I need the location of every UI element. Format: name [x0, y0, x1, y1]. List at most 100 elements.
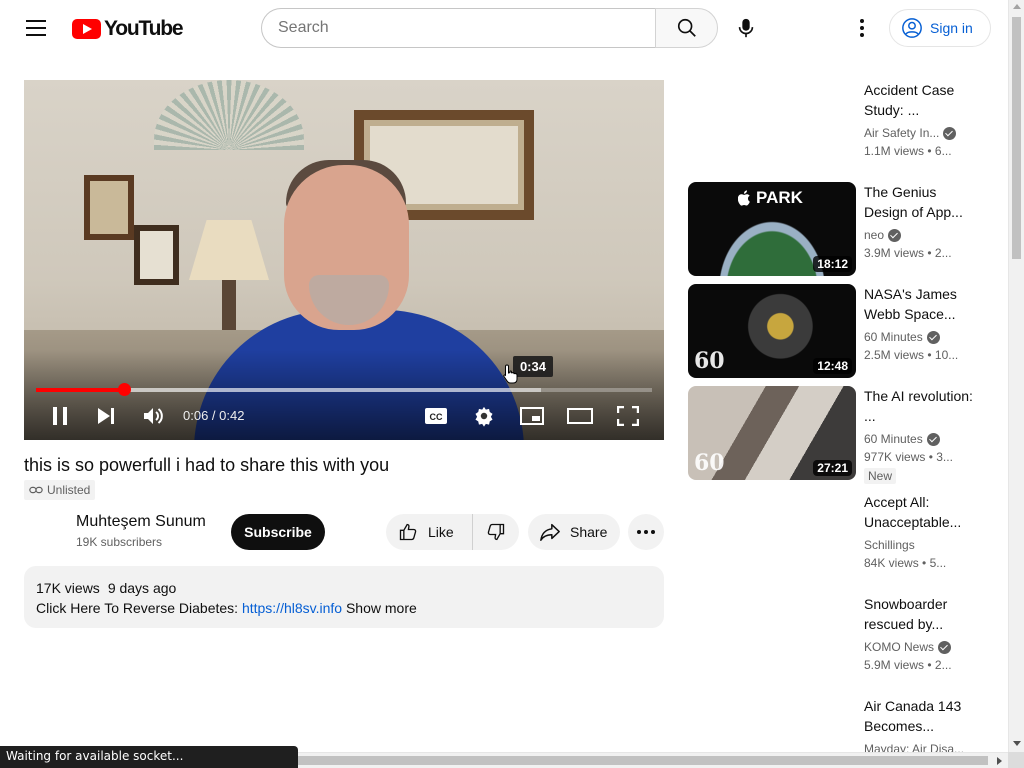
rec-channel: Mayday: Air Disa... [864, 742, 965, 752]
svg-text:CC: CC [430, 412, 443, 422]
verified-icon [926, 330, 940, 344]
browser-status-bar: Waiting for available socket... [0, 746, 298, 768]
rec-thumbnail[interactable]: 60 12:48 [688, 284, 856, 378]
recommendation-item[interactable]: 60 27:21 The AI revolution: ... 60 Minut… [688, 386, 988, 484]
more-actions-button[interactable] [628, 514, 664, 550]
like-button[interactable]: Like [386, 514, 473, 550]
rec-channel: Schillings [864, 538, 915, 552]
settings-more-button[interactable] [842, 8, 882, 48]
thumbs-up-icon [399, 523, 417, 541]
rec-stats: 3.9M views • 2... [864, 246, 952, 260]
youtube-logo[interactable]: YouTube [72, 17, 184, 41]
miniplayer-icon [520, 407, 544, 425]
scroll-up-arrow-icon[interactable] [1013, 4, 1021, 9]
recommendation-item[interactable]: Air Canada 143 Becomes... Mayday: Air Di… [688, 696, 988, 752]
progress-hover-time: 0:34 [512, 356, 553, 377]
more-horiz-icon [637, 530, 655, 534]
description-link[interactable]: https://hl8sv.info [242, 600, 342, 616]
recommendation-item[interactable]: 60 12:48 NASA's James Webb Space... 60 M… [688, 284, 988, 378]
volume-icon [144, 408, 163, 424]
rec-duration: 27:21 [813, 460, 852, 476]
duration: 0:42 [219, 408, 245, 423]
recommendation-item[interactable]: PARK 18:12 The Genius Design of App... n… [688, 182, 988, 276]
rec-thumbnail[interactable]: PARK 18:12 [688, 182, 856, 276]
search-bar [261, 8, 718, 48]
masthead: YouTube Sign in [0, 0, 1008, 56]
rec-stats: 84K views • 5... [864, 556, 947, 570]
rec-channel: neo [864, 226, 974, 244]
more-vert-icon [860, 19, 864, 37]
share-icon [540, 523, 560, 541]
view-count: 17K views [36, 580, 100, 596]
mute-button[interactable] [139, 401, 167, 431]
youtube-play-icon [72, 19, 101, 39]
sign-in-button[interactable]: Sign in [889, 9, 991, 47]
show-more-button[interactable]: Show more [346, 600, 417, 616]
recommendation-item[interactable]: Accident Case Study: ... Air Safety In..… [688, 80, 988, 170]
pause-button[interactable] [46, 401, 74, 431]
verified-icon [926, 432, 940, 446]
hamburger-icon [26, 20, 46, 22]
rec-duration: 12:48 [813, 358, 852, 374]
unlisted-badge: Unlisted [24, 480, 96, 500]
rec-stats: 5.9M views • 2... [864, 658, 952, 672]
settings-button[interactable] [470, 401, 498, 431]
logo-text: YouTube [104, 17, 184, 40]
search-button[interactable] [655, 8, 718, 48]
rec-channel: Air Safety In... [864, 124, 974, 142]
rec-title[interactable]: NASA's James Webb Space... [864, 284, 974, 324]
thumbs-down-icon [487, 523, 505, 541]
rec-title[interactable]: Accident Case Study: ... [864, 80, 974, 120]
verified-icon [938, 640, 952, 654]
next-button[interactable] [92, 401, 120, 431]
verified-icon [888, 228, 902, 242]
account-icon [902, 18, 922, 38]
pause-icon [53, 407, 67, 425]
recommendation-item[interactable]: Accept All: Unacceptable... Schillings 8… [688, 492, 988, 582]
channel-name[interactable]: Muhteşem Sunum [76, 513, 206, 531]
rec-duration: 18:12 [813, 256, 852, 272]
video-title: this is so powerfull i had to share this… [24, 455, 390, 475]
rec-title[interactable]: Accept All: Unacceptable... [864, 492, 974, 532]
vertical-scrollbar[interactable] [1008, 0, 1024, 752]
vertical-scroll-thumb[interactable] [1012, 17, 1021, 259]
rec-stats: 1.1M views • 6... [864, 144, 952, 158]
rec-channel: 60 Minutes [864, 328, 974, 346]
rec-title[interactable]: Snowboarder rescued by... [864, 594, 974, 634]
hand-cursor-icon [502, 364, 518, 389]
search-input[interactable] [261, 8, 655, 48]
progress-bar[interactable] [36, 383, 652, 396]
miniplayer-button[interactable] [518, 401, 546, 431]
sixty-minutes-logo: 60 [694, 348, 725, 374]
voice-search-button[interactable] [726, 8, 766, 48]
share-button[interactable]: Share [528, 514, 620, 550]
upload-age: 9 days ago [107, 580, 177, 596]
link-icon [29, 486, 43, 494]
sixty-minutes-logo: 60 [694, 450, 725, 476]
sign-in-label: Sign in [930, 20, 973, 36]
rec-title[interactable]: The Genius Design of App... [864, 182, 974, 222]
subtitles-button[interactable]: CC [422, 401, 450, 431]
recommendation-item[interactable]: Snowboarder rescued by... KOMO News 5.9M… [688, 594, 988, 684]
rec-title[interactable]: The AI revolution: ... [864, 386, 974, 426]
progress-scrubber[interactable] [118, 383, 132, 396]
scroll-down-arrow-icon[interactable] [1013, 741, 1021, 746]
rec-title[interactable]: Air Canada 143 Becomes... [864, 696, 974, 736]
apple-logo-icon [738, 190, 750, 206]
scroll-right-arrow-icon[interactable] [997, 757, 1002, 765]
rec-channel: 60 Minutes [864, 430, 974, 448]
video-player[interactable]: 0:34 0:06 / 0:42 CC [24, 80, 664, 440]
verified-icon [943, 126, 957, 140]
like-dislike-group: Like [386, 514, 519, 550]
search-icon [677, 18, 696, 37]
fullscreen-button[interactable] [614, 401, 642, 431]
description-box[interactable]: 17K views 9 days ago Click Here To Revers… [24, 566, 664, 628]
dislike-button[interactable] [473, 514, 519, 550]
progress-played [36, 388, 125, 392]
theater-mode-button[interactable] [565, 401, 595, 431]
description-meta: 17K views 9 days ago [36, 578, 652, 598]
microphone-icon [738, 18, 754, 38]
guide-menu-button[interactable] [18, 10, 54, 46]
subscribe-button[interactable]: Subscribe [231, 514, 325, 550]
rec-thumbnail[interactable]: 60 27:21 [688, 386, 856, 480]
